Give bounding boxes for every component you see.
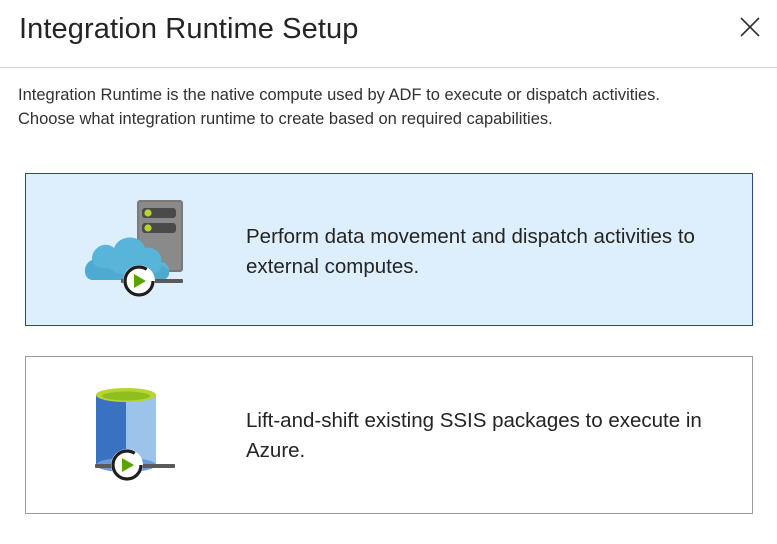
option-ssis-lift-and-shift-label: Lift-and-shift existing SSIS packages to… — [246, 409, 702, 462]
cloud-server-play-icon — [81, 196, 186, 301]
description-line-1: Integration Runtime is the native comput… — [18, 86, 661, 104]
description-line-2: Choose what integration runtime to creat… — [18, 109, 553, 128]
dialog-header: Integration Runtime Setup — [0, 0, 777, 68]
integration-runtime-dialog: Integration Runtime Setup Integration Ru… — [0, 0, 777, 544]
close-button[interactable] — [735, 12, 765, 42]
option-data-movement-label: Perform data movement and dispatch activ… — [246, 225, 695, 278]
dialog-title: Integration Runtime Setup — [19, 13, 359, 45]
close-icon — [740, 17, 760, 37]
option-ssis-lift-and-shift[interactable]: Lift-and-shift existing SSIS packages to… — [25, 356, 753, 514]
dialog-description: Integration Runtime is the native comput… — [18, 84, 758, 131]
database-play-icon — [81, 385, 186, 490]
option-data-movement[interactable]: Perform data movement and dispatch activ… — [25, 173, 753, 326]
